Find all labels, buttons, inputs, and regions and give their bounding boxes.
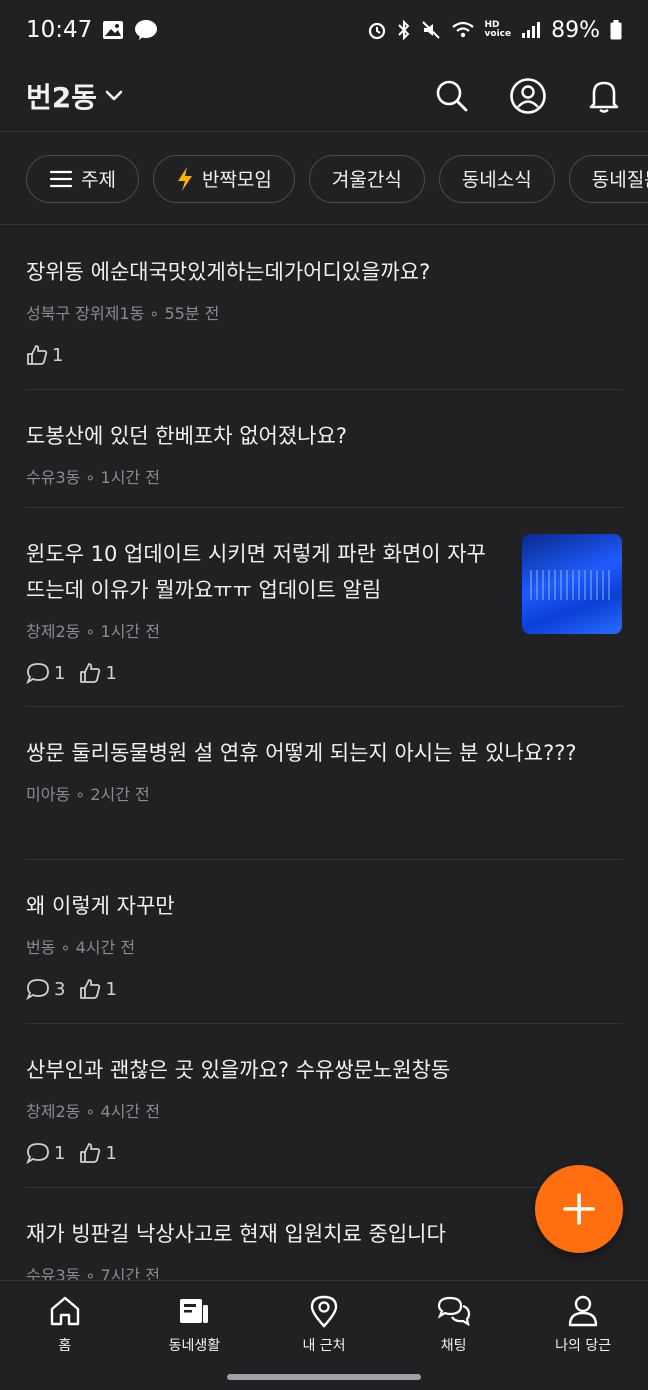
bell-icon[interactable] — [584, 76, 624, 116]
post-meta: 창제2동 ∘ 4시간 전 — [26, 1102, 160, 1121]
post-stats: 1 1 — [26, 1142, 622, 1164]
post-meta: 수유3동 ∘ 1시간 전 — [26, 468, 160, 487]
signal-icon — [521, 21, 541, 39]
status-time: 10:47 — [26, 17, 93, 43]
post-title: 재가 빙판길 낙상사고로 현재 입원치료 중입니다 — [26, 1222, 446, 1246]
bluetooth-icon — [397, 20, 411, 40]
talk-icon — [134, 19, 158, 41]
chevron-down-icon — [105, 90, 123, 102]
post-thumbnail — [522, 534, 622, 634]
nav-home[interactable]: 홈 — [5, 1293, 125, 1390]
status-bar: 10:47 HD voice 89% — [0, 0, 648, 60]
nav-label: 내 근처 — [302, 1338, 346, 1354]
post-item[interactable]: 왜 이렇게 자꾸만 번동 ∘ 4시간 전 3 1 — [26, 860, 622, 1024]
like-count: 1 — [26, 344, 63, 366]
wifi-icon — [451, 21, 475, 39]
like-count-value: 1 — [105, 662, 117, 684]
chip-flash-meetup[interactable]: 반짝모임 — [152, 154, 295, 203]
comment-count: 1 — [26, 662, 65, 684]
battery-icon — [610, 20, 622, 40]
like-count-value: 1 — [105, 1142, 117, 1164]
battery-percent: 89% — [551, 17, 600, 43]
post-stats: 1 1 — [26, 662, 622, 684]
write-post-button[interactable] — [535, 1165, 623, 1253]
post-item[interactable]: 장위동 에순대국맛있게하는데가어디있을까요? 성북구 장위제1동 ∘ 55분 전… — [26, 226, 622, 390]
post-meta: 성북구 장위제1동 ∘ 55분 전 — [26, 304, 220, 323]
nav-label: 홈 — [58, 1338, 72, 1354]
chip-label: 주제 — [81, 169, 116, 191]
comment-icon — [26, 1143, 49, 1164]
profile-icon[interactable] — [508, 76, 548, 116]
like-count-value: 1 — [52, 344, 64, 366]
lightning-icon — [176, 166, 194, 192]
chip-topic[interactable]: 주제 — [26, 154, 139, 203]
chip-label: 반짝모임 — [201, 169, 272, 191]
person-icon — [568, 1295, 598, 1327]
chip-label: 동네질문 — [591, 169, 648, 191]
plus-icon — [563, 1193, 595, 1225]
comment-icon — [26, 979, 49, 1000]
thumbs-up-icon — [80, 979, 101, 999]
comment-count: 3 — [26, 978, 65, 1000]
like-count: 1 — [79, 662, 117, 684]
comment-count-value: 3 — [54, 978, 66, 1000]
location-pin-icon — [310, 1295, 338, 1328]
chip-label: 동네소식 — [461, 169, 532, 191]
nav-label: 채팅 — [440, 1338, 467, 1354]
thumbs-up-icon — [80, 663, 101, 683]
post-title: 산부인과 괜찮은 곳 있을까요? 수유쌍문노원창동 — [26, 1058, 451, 1082]
post-item[interactable]: 산부인과 괜찮은 곳 있을까요? 수유쌍문노원창동 창제2동 ∘ 4시간 전 1… — [26, 1024, 622, 1188]
post-item[interactable]: 도봉산에 있던 한베포차 없어졌나요? 수유3동 ∘ 1시간 전 — [26, 390, 622, 508]
post-item[interactable]: 쌍문 둘리동물병원 설 연휴 어떻게 되는지 아시는 분 있나요??? 미아동 … — [26, 707, 622, 860]
nav-label: 동네생활 — [168, 1338, 221, 1354]
post-stats: 3 1 — [26, 978, 622, 1000]
post-title: 장위동 에순대국맛있게하는데가어디있을까요? — [26, 260, 431, 284]
comment-count-value: 1 — [54, 662, 66, 684]
chat-icon — [437, 1296, 470, 1327]
top-bar: 번2동 — [0, 60, 648, 132]
mute-icon — [421, 20, 441, 40]
post-title: 쌍문 둘리동물병원 설 연휴 어떻게 되는지 아시는 분 있나요??? — [26, 741, 577, 765]
post-title: 윈도우 10 업데이트 시키면 저렇게 파란 화면이 자꾸 뜨는데 이유가 뭘까… — [26, 542, 486, 602]
post-title: 도봉산에 있던 한베포차 없어졌나요? — [26, 424, 347, 448]
topic-chips: 주제 반짝모임 겨울간식 동네소식 동네질문 — [0, 133, 648, 225]
comment-count: 1 — [26, 1142, 65, 1164]
post-item[interactable]: 윈도우 10 업데이트 시키면 저렇게 파란 화면이 자꾸 뜨는데 이유가 뭘까… — [26, 508, 622, 707]
location-label: 번2동 — [26, 80, 98, 114]
nav-my-karrot[interactable]: 나의 당근 — [523, 1293, 643, 1390]
chip-neighborhood-question[interactable]: 동네질문 — [568, 154, 648, 203]
chip-neighborhood-news[interactable]: 동네소식 — [438, 154, 555, 203]
menu-icon — [49, 169, 73, 189]
nav-label: 나의 당근 — [555, 1338, 612, 1354]
comment-count-value: 1 — [54, 1142, 66, 1164]
home-icon — [50, 1296, 79, 1326]
post-feed: 장위동 에순대국맛있게하는데가어디있을까요? 성북구 장위제1동 ∘ 55분 전… — [0, 226, 648, 1306]
comment-icon — [26, 663, 49, 684]
chip-label: 겨울간식 — [331, 169, 402, 191]
search-icon[interactable] — [432, 76, 472, 116]
post-title: 왜 이렇게 자꾸만 — [26, 894, 175, 918]
home-indicator[interactable] — [227, 1374, 421, 1380]
newspaper-icon — [180, 1299, 209, 1323]
thumbs-up-icon — [27, 345, 48, 365]
like-count: 1 — [79, 1142, 117, 1164]
hd-voice-label: HD voice — [484, 20, 512, 39]
chip-winter-snack[interactable]: 겨울간식 — [308, 154, 425, 203]
like-count-value: 1 — [105, 978, 117, 1000]
post-meta: 번동 ∘ 4시간 전 — [26, 938, 136, 957]
gallery-icon — [102, 20, 124, 40]
post-stats: 1 — [26, 344, 622, 366]
post-meta: 미아동 ∘ 2시간 전 — [26, 785, 150, 804]
alarm-icon — [367, 20, 387, 40]
like-count: 1 — [79, 978, 117, 1000]
thumbs-up-icon — [80, 1143, 101, 1163]
location-selector[interactable]: 번2동 — [26, 76, 123, 116]
